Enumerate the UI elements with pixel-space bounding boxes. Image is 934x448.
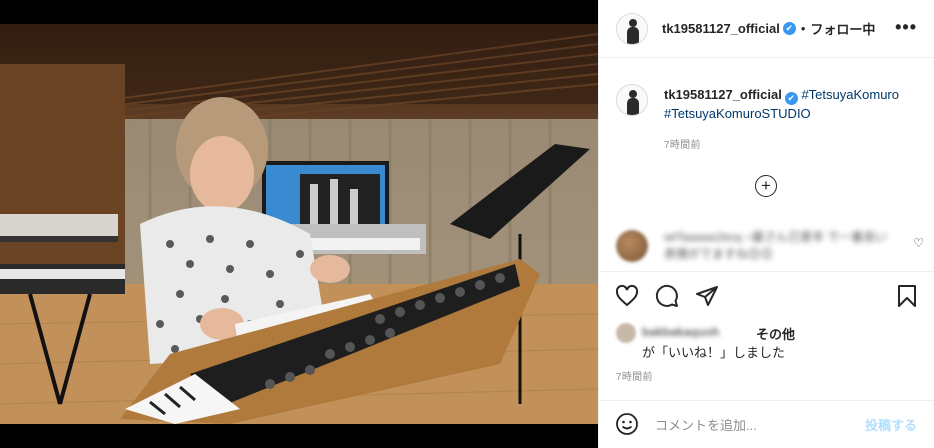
caption-timestamp[interactable]: 7時間前	[664, 136, 701, 151]
caption-username[interactable]: tk19581127_official	[664, 87, 782, 102]
more-options-icon[interactable]: •••	[895, 18, 917, 36]
liked-text: が「いいね！」しました	[642, 345, 786, 360]
separator-dot: •	[800, 21, 806, 36]
post-header: tk19581127_official ✔ • フォロー中 •••	[599, 0, 934, 58]
comment-item: wtTaaaaa1bcq ○最さん已意羊 で一番良い表情がでますね😊😊 ♡	[616, 226, 926, 266]
comment-input[interactable]: コメントを追加...	[655, 415, 757, 434]
hashtag-link[interactable]: #TetsuyaKomuro	[801, 87, 899, 102]
commenter-avatar[interactable]	[616, 230, 648, 262]
post-photo[interactable]	[0, 24, 598, 424]
likes-summary: bakbakaquoh その他 が「いいね！」しました	[616, 321, 926, 361]
author-username[interactable]: tk19581127_official	[662, 21, 780, 36]
caption-author-avatar[interactable]	[616, 84, 648, 116]
comment-text-blurred: wtTaaaaa1bcq ○最さん已意羊 で一番良い表情がでますね😊😊	[664, 230, 888, 261]
instagram-post-viewer: tk19581127_official ✔ • フォロー中 ••• tk1958…	[0, 0, 934, 448]
save-bookmark-icon[interactable]	[895, 284, 919, 308]
liker-avatar[interactable]	[616, 323, 636, 343]
action-bar	[599, 271, 934, 319]
post-side-panel: tk19581127_official ✔ • フォロー中 ••• tk1958…	[598, 0, 934, 448]
post-timestamp[interactable]: 7時間前	[616, 368, 653, 383]
author-avatar[interactable]	[616, 12, 648, 45]
likes-others-link[interactable]: その他	[756, 324, 795, 343]
comment-like-heart-icon[interactable]: ♡	[913, 236, 924, 250]
caption-text: tk19581127_official ✔ #TetsuyaKomuro #Tet…	[664, 86, 924, 123]
caption-verified-badge-icon: ✔	[784, 92, 798, 105]
studio-scene-illustration	[0, 24, 598, 424]
emoji-smiley-icon[interactable]	[615, 412, 639, 436]
following-button[interactable]: フォロー中	[810, 19, 875, 38]
hashtag-link[interactable]: #TetsuyaKomuroSTUDIO	[664, 106, 811, 121]
share-paper-plane-icon[interactable]	[695, 284, 719, 308]
like-heart-icon[interactable]	[615, 284, 639, 308]
comment-bubble-icon[interactable]	[655, 284, 679, 308]
load-more-comments-icon[interactable]: +	[755, 175, 777, 197]
post-comment-button[interactable]: 投稿する	[865, 415, 917, 434]
verified-badge-icon: ✔	[782, 22, 796, 35]
liker-username-blurred[interactable]: bakbakaquoh	[642, 325, 719, 339]
add-comment-bar: コメントを追加... 投稿する	[599, 400, 934, 448]
